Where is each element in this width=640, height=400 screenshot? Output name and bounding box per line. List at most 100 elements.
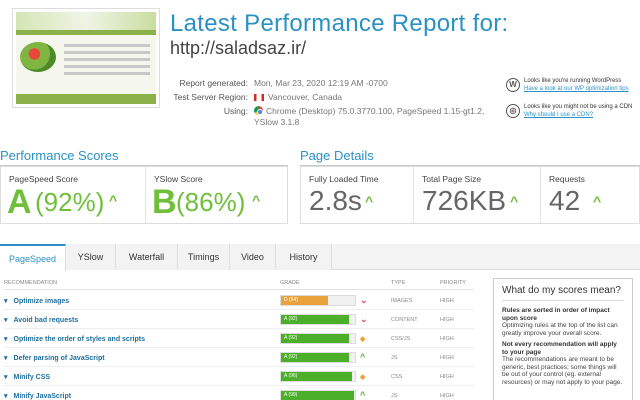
recommendation-priority: HIGH: [440, 355, 454, 361]
grade-bar: A (96): [280, 371, 356, 382]
cdn-link[interactable]: Why should I use a CDN?: [524, 112, 632, 118]
recommendation-priority: HIGH: [440, 336, 454, 342]
requests-label: Requests: [549, 174, 585, 184]
grade-bar: A (92): [280, 352, 356, 363]
recommendation-name[interactable]: Minify CSS: [4, 373, 51, 381]
grade-bar: A (92): [280, 333, 356, 344]
recommendation-type: JS: [391, 355, 398, 361]
recommendation-priority: HIGH: [440, 317, 454, 323]
chrome-icon: [254, 106, 263, 115]
tab-yslow[interactable]: YSlow: [66, 244, 116, 270]
grade-bar: D (64): [280, 295, 356, 306]
neutral-diamond-icon: ◆: [360, 374, 366, 381]
panel-subtitle-1: Rules are sorted in order of impact upon…: [502, 307, 610, 322]
recommendation-type: JS: [391, 393, 398, 399]
site-thumbnail: [12, 8, 160, 108]
performance-scores-box: PageSpeed Score A (92%) ^ YSlow Score B …: [0, 166, 288, 224]
tab-timings[interactable]: Timings: [178, 244, 230, 270]
using-value-line2: YSlow 3.1.8: [254, 117, 300, 127]
report-url[interactable]: http://saladsaz.ir/: [170, 38, 306, 59]
yslow-grade: B: [152, 183, 177, 221]
grade-fill: A (99): [281, 391, 355, 400]
performance-scores-heading: Performance Scores: [0, 148, 288, 166]
table-row[interactable]: Optimize the order of styles and scripts…: [4, 330, 474, 348]
globe-icon: ◎: [506, 104, 520, 118]
report-title: Latest Performance Report for:: [170, 10, 509, 37]
tab-history[interactable]: History: [276, 244, 332, 270]
recommendation-name[interactable]: Defer parsing of JavaScript: [4, 354, 105, 362]
recommendation-name[interactable]: Optimize images: [4, 297, 70, 305]
recommendation-priority: HIGH: [440, 374, 454, 380]
wordpress-note: W Looks like you're running WordPress Hav…: [506, 78, 640, 92]
up-arrow-icon: ^: [365, 193, 374, 209]
panel-title: What do my scores mean?: [502, 285, 624, 301]
col-priority[interactable]: Priority: [440, 280, 466, 286]
recommendation-priority: HIGH: [440, 298, 454, 304]
table-row[interactable]: Minify JavaScript A (99) ^ JS HIGH: [4, 387, 474, 400]
yslow-percent: (86%): [176, 187, 246, 217]
scores-help-panel: What do my scores mean? Rules are sorted…: [493, 278, 633, 400]
page-size-label: Total Page Size: [422, 174, 482, 184]
recommendation-name[interactable]: Optimize the order of styles and scripts: [4, 335, 145, 343]
neutral-diamond-icon: ◆: [360, 336, 366, 343]
col-type[interactable]: Type: [391, 280, 405, 286]
load-time-value: 2.8s: [309, 185, 362, 216]
grade-bar: A (92): [280, 314, 356, 325]
down-arrow-icon: ⌄: [360, 295, 368, 305]
recommendation-name[interactable]: Avoid bad requests: [4, 316, 79, 324]
up-arrow-icon: ^: [360, 390, 366, 400]
report-meta: Report generated: Mon, Mar 23, 2020 12:1…: [150, 78, 490, 131]
grade-bar: A (99): [280, 390, 356, 400]
using-label: Using:: [223, 106, 248, 116]
page-details-box: Fully Loaded Time 2.8s ^ Total Page Size…: [300, 166, 640, 224]
panel-text-2: The recommendations are meant to be gene…: [502, 356, 623, 386]
pagespeed-score: PageSpeed Score A (92%) ^: [1, 167, 145, 223]
grade-fill: A (92): [281, 315, 350, 324]
panel-subtitle-2: Not every recommendation will apply to y…: [502, 341, 617, 356]
load-time-label: Fully Loaded Time: [309, 174, 379, 184]
region-label: Test Server Region:: [173, 92, 248, 102]
up-arrow-icon: ^: [593, 193, 602, 209]
cdn-note-text: Looks like you might not be using a CDN: [524, 104, 633, 110]
tab-waterfall[interactable]: Waterfall: [116, 244, 178, 270]
table-row[interactable]: Avoid bad requests A (92) ⌄ CONTENT HIGH: [4, 311, 474, 329]
wordpress-tips-link[interactable]: Have a look at our WP optimization tips: [524, 86, 629, 92]
report-tabs: PageSpeed YSlow Waterfall Timings Video …: [0, 244, 640, 271]
panel-text-1: Optimizing rules at the top of the list …: [502, 322, 618, 337]
page-size-value: 726KB: [422, 185, 507, 216]
region-value: Vancouver, Canada: [268, 92, 343, 102]
grade-fill: D (64): [281, 296, 329, 305]
up-arrow-icon: ^: [510, 193, 519, 209]
generated-label: Report generated:: [179, 78, 248, 88]
requests-count: Requests 42 ^: [541, 167, 640, 223]
yslow-score: YSlow Score B (86%) ^: [146, 167, 289, 223]
recommendation-type: CSS/JS: [391, 336, 411, 342]
recommendation-type: CONTENT: [391, 317, 418, 323]
recommendation-type: CSS: [391, 374, 403, 380]
requests-value: 42: [549, 185, 581, 216]
col-recommendation[interactable]: Recommendation: [4, 280, 57, 286]
table-row[interactable]: Defer parsing of JavaScript A (92) ^ JS HIGH: [4, 349, 474, 367]
pagespeed-percent: (92%): [35, 187, 105, 217]
table-row[interactable]: Optimize images D (64) ⌄ IMAGES HIGH: [4, 292, 474, 310]
down-arrow-icon: ⌄: [360, 314, 368, 324]
recommendation-type: IMAGES: [391, 298, 413, 304]
generated-value: Mon, Mar 23, 2020 12:19 AM -0700: [254, 78, 388, 88]
up-arrow-icon: ^: [252, 192, 261, 208]
page-details-heading: Page Details: [300, 148, 640, 166]
using-value-line1: Chrome (Desktop) 75.0.3770.100, PageSpee…: [266, 106, 485, 116]
grade-fill: A (92): [281, 353, 350, 362]
tab-pagespeed[interactable]: PageSpeed: [0, 244, 66, 271]
col-grade[interactable]: Grade: [280, 280, 300, 286]
table-row[interactable]: Minify CSS A (96) ◆ CSS HIGH: [4, 368, 474, 386]
recommendations-header: Recommendation Grade Type Priority: [4, 278, 474, 290]
canada-flag-icon: [254, 94, 264, 101]
recommendation-name[interactable]: Minify JavaScript: [4, 392, 72, 400]
cdn-note: ◎ Looks like you might not be using a CD…: [506, 104, 640, 118]
up-arrow-icon: ^: [109, 192, 118, 208]
tab-video[interactable]: Video: [230, 244, 276, 270]
wordpress-note-text: Looks like you're running WordPress: [524, 78, 622, 84]
grade-fill: A (96): [281, 372, 353, 381]
fully-loaded-time: Fully Loaded Time 2.8s ^: [301, 167, 413, 223]
total-page-size: Total Page Size 726KB ^: [414, 167, 540, 223]
